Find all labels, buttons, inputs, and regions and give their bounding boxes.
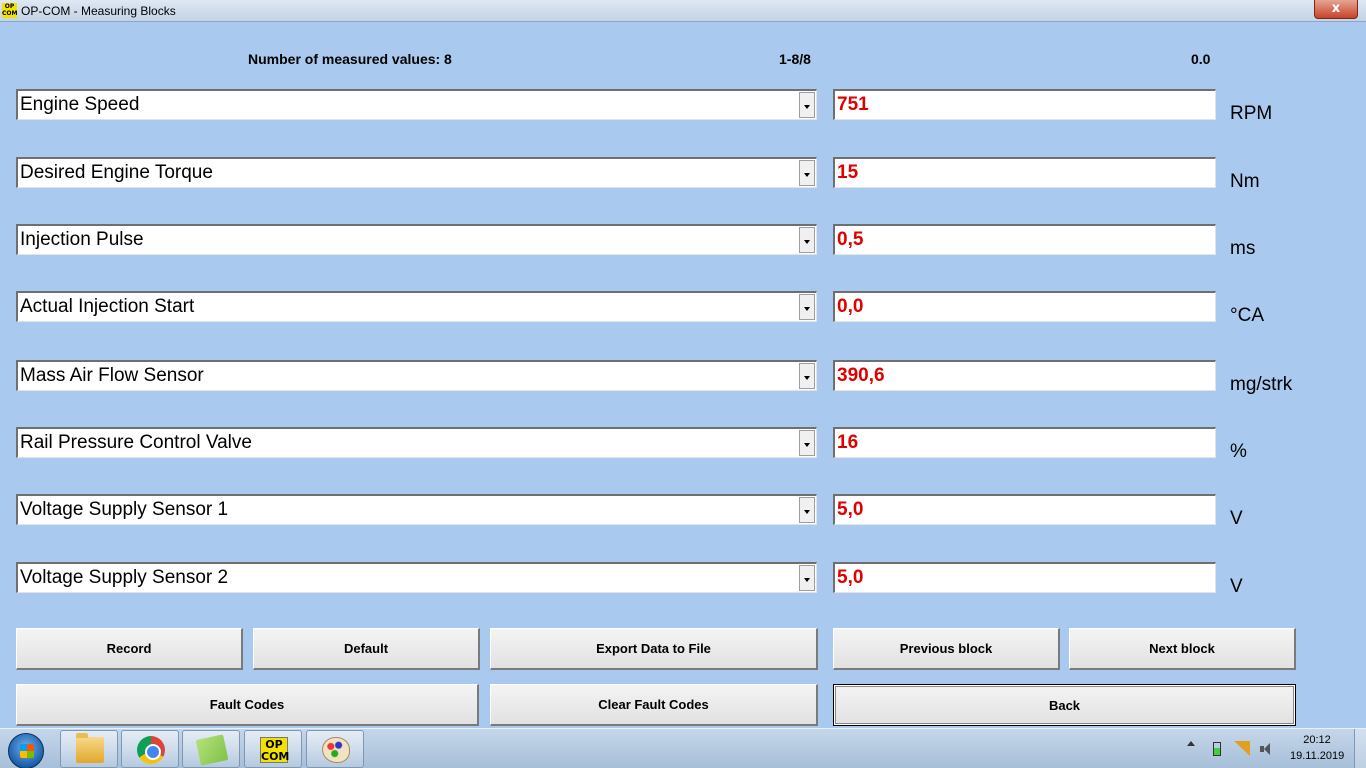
measured-values-count: Number of measured values: 8 — [248, 51, 452, 67]
time-value: 0.0 — [1191, 51, 1211, 67]
parameter-unit: Nm — [1230, 171, 1260, 192]
back-button[interactable]: Back — [833, 684, 1296, 726]
parameter-select[interactable]: Injection Pulse — [16, 224, 817, 255]
parameter-select[interactable]: Actual Injection Start — [16, 291, 817, 322]
value-field: 0,0 — [833, 291, 1216, 322]
clear-fault-codes-button[interactable]: Clear Fault Codes — [490, 684, 818, 726]
dropdown-arrow-icon[interactable] — [799, 497, 815, 523]
dropdown-arrow-icon[interactable] — [799, 160, 815, 186]
parameter-value: 0,5 — [837, 229, 864, 250]
value-field: 5,0 — [833, 562, 1216, 593]
record-button[interactable]: Record — [16, 628, 243, 670]
taskbar: OP COM 20:12 19.11.2019 — [0, 728, 1366, 768]
measurement-row: Desired Engine Torque 15 Nm — [0, 157, 1366, 192]
value-field: 15 — [833, 157, 1216, 188]
sticky-notes-icon — [195, 734, 229, 766]
measurement-row: Injection Pulse 0,5 ms — [0, 224, 1366, 259]
parameter-unit: V — [1230, 508, 1243, 529]
taskbar-file-explorer[interactable] — [60, 730, 118, 768]
parameter-unit: RPM — [1230, 103, 1273, 124]
dropdown-arrow-icon[interactable] — [799, 565, 815, 591]
measurement-row: Actual Injection Start 0,0 °CA — [0, 291, 1366, 326]
chrome-icon — [137, 736, 165, 764]
value-field: 390,6 — [833, 360, 1216, 391]
file-explorer-icon — [76, 733, 104, 763]
show-hidden-icons-icon[interactable] — [1187, 741, 1195, 746]
parameter-value: 5,0 — [837, 499, 864, 520]
block-range: 1-8/8 — [779, 51, 811, 67]
value-field: 5,0 — [833, 494, 1216, 525]
measurement-row: Voltage Supply Sensor 1 5,0 V — [0, 494, 1366, 529]
show-desktop-button[interactable] — [1354, 729, 1366, 768]
title-bar: OP COM OP-COM - Measuring Blocks x — [0, 0, 1366, 22]
taskbar-paint[interactable] — [306, 730, 364, 768]
battery-icon[interactable] — [1213, 742, 1221, 756]
parameter-value: 751 — [837, 94, 869, 115]
measurement-row: Voltage Supply Sensor 2 5,0 V — [0, 562, 1366, 597]
dropdown-arrow-icon[interactable] — [799, 92, 815, 118]
export-data-button[interactable]: Export Data to File — [490, 628, 818, 670]
previous-block-button[interactable]: Previous block — [833, 628, 1060, 670]
network-signal-icon[interactable] — [1234, 741, 1250, 756]
parameter-value: 0,0 — [837, 296, 864, 317]
parameter-unit: °CA — [1230, 305, 1264, 326]
measurement-row: Engine Speed 751 RPM — [0, 89, 1366, 124]
paint-icon — [322, 737, 350, 763]
parameter-value: 15 — [837, 162, 859, 183]
parameter-select[interactable]: Mass Air Flow Sensor — [16, 360, 817, 391]
dropdown-arrow-icon[interactable] — [799, 227, 815, 253]
parameter-label: Voltage Supply Sensor 2 — [20, 567, 229, 588]
taskbar-chrome[interactable] — [121, 730, 179, 768]
clock-date[interactable]: 19.11.2019 — [1290, 750, 1344, 762]
parameter-label: Rail Pressure Control Valve — [20, 432, 252, 453]
parameter-unit: ms — [1230, 238, 1256, 259]
parameter-select[interactable]: Rail Pressure Control Valve — [16, 427, 817, 458]
parameter-label: Mass Air Flow Sensor — [20, 365, 204, 386]
taskbar-opcom[interactable]: OP COM — [244, 730, 302, 768]
volume-icon[interactable] — [1260, 743, 1272, 755]
measurement-row: Rail Pressure Control Valve 16 % — [0, 427, 1366, 462]
parameter-select[interactable]: Voltage Supply Sensor 2 — [16, 562, 817, 593]
taskbar-sticky-notes[interactable] — [182, 730, 240, 768]
parameter-label: Actual Injection Start — [20, 296, 195, 317]
start-orb-icon[interactable] — [8, 733, 44, 768]
window-title: OP-COM - Measuring Blocks — [21, 4, 176, 18]
parameter-value: 16 — [837, 432, 859, 453]
parameter-value: 5,0 — [837, 567, 864, 588]
fault-codes-button[interactable]: Fault Codes — [16, 684, 479, 726]
next-block-button[interactable]: Next block — [1069, 628, 1296, 670]
parameter-select[interactable]: Desired Engine Torque — [16, 157, 817, 188]
dropdown-arrow-icon[interactable] — [799, 363, 815, 389]
value-field: 16 — [833, 427, 1216, 458]
parameter-unit: % — [1230, 441, 1247, 462]
dropdown-arrow-icon[interactable] — [799, 430, 815, 456]
measurement-row: Mass Air Flow Sensor 390,6 mg/strk — [0, 360, 1366, 395]
parameter-select[interactable]: Voltage Supply Sensor 1 — [16, 494, 817, 525]
parameter-label: Engine Speed — [20, 94, 140, 115]
parameter-label: Desired Engine Torque — [20, 162, 213, 183]
parameter-label: Voltage Supply Sensor 1 — [20, 499, 229, 520]
dropdown-arrow-icon[interactable] — [799, 294, 815, 320]
parameter-label: Injection Pulse — [20, 229, 144, 250]
opcom-app-icon: OP COM — [2, 3, 18, 18]
clock-time[interactable]: 20:12 — [1290, 734, 1344, 746]
parameter-select[interactable]: Engine Speed — [16, 89, 817, 120]
opcom-icon: OP COM — [260, 737, 290, 763]
parameter-value: 390,6 — [837, 365, 885, 386]
default-button[interactable]: Default — [253, 628, 480, 670]
value-field: 0,5 — [833, 224, 1216, 255]
parameter-unit: V — [1230, 576, 1243, 597]
parameter-unit: mg/strk — [1230, 374, 1293, 395]
close-button[interactable]: x — [1314, 0, 1358, 19]
value-field: 751 — [833, 89, 1216, 120]
